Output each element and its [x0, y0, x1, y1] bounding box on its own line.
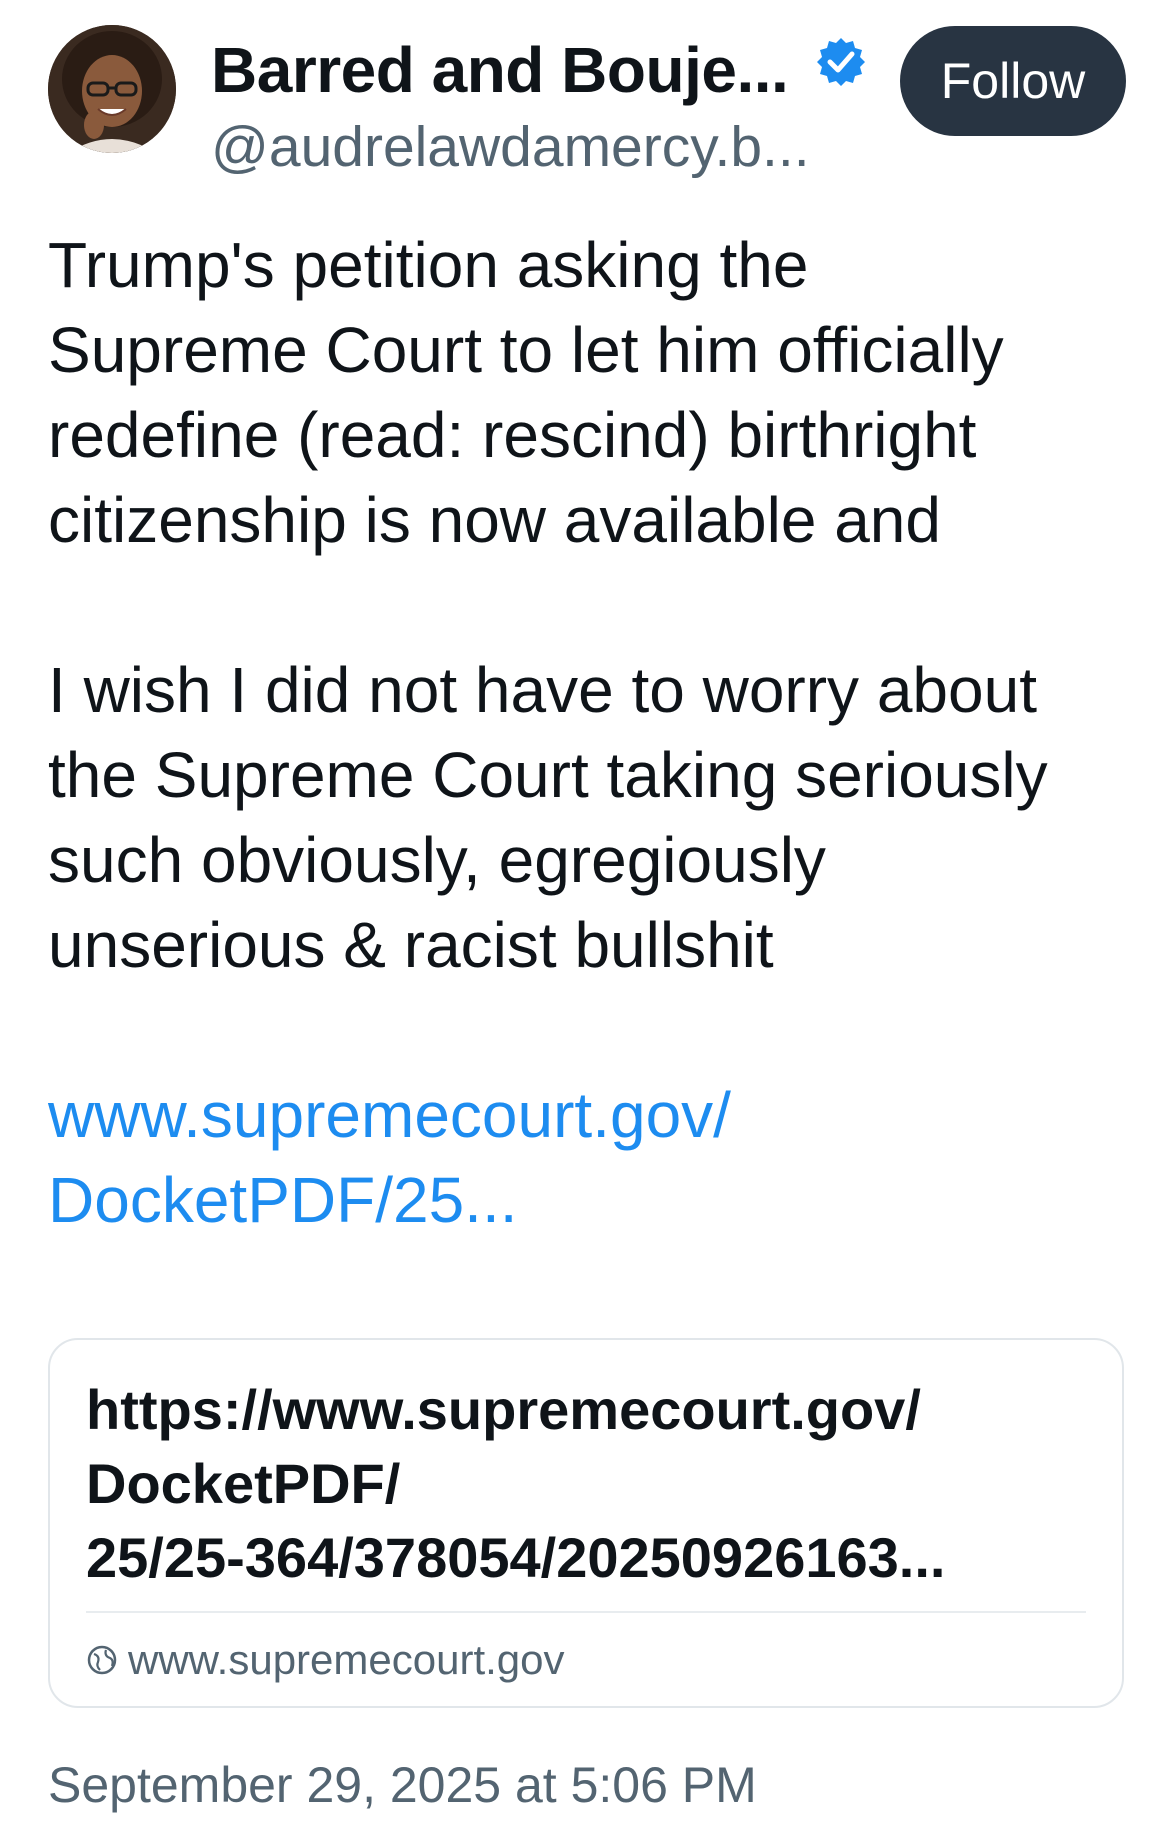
globe-icon — [87, 1645, 117, 1675]
link-preview-card[interactable]: https://www.supremecourt.gov/ DocketPDF/… — [48, 1338, 1124, 1708]
author-display-name[interactable]: Barred and Bouje... — [211, 32, 789, 108]
post-line: citizenship is now available and — [48, 484, 941, 556]
post-line: the Supreme Court taking seriously — [48, 739, 1048, 811]
post-timestamp: September 29, 2025 at 5:06 PM — [48, 1757, 757, 1813]
post-link[interactable]: DocketPDF/25... — [48, 1158, 1138, 1243]
link-card-domain: www.supremecourt.gov — [128, 1636, 565, 1683]
card-divider — [86, 1611, 1086, 1613]
link-card-title-line: DocketPDF/ — [86, 1452, 401, 1515]
link-card-title: https://www.supremecourt.gov/ DocketPDF/… — [86, 1373, 1096, 1595]
avatar-photo — [48, 25, 176, 153]
post-line: unserious & racist bullshit — [48, 909, 774, 981]
link-card-title-line: https://www.supremecourt.gov/ — [86, 1378, 921, 1441]
post-line: Trump's petition asking the — [48, 229, 809, 301]
post-line: Supreme Court to let him officially — [48, 314, 1004, 386]
link-card-title-line: 25/25-364/378054/20250926163... — [86, 1526, 946, 1589]
link-card-domain-row: www.supremecourt.gov — [86, 1632, 565, 1688]
post-view: Barred and Bouje... @audrelawdamercy.b..… — [0, 0, 1170, 1828]
verified-check-icon — [817, 38, 865, 86]
avatar[interactable] — [48, 25, 176, 153]
author-handle[interactable]: @audrelawdamercy.b... — [211, 112, 810, 182]
post-line: redefine (read: rescind) birthright — [48, 399, 977, 471]
post-line: I wish I did not have to worry about — [48, 654, 1037, 726]
post-body: Trump's petition asking the Supreme Cour… — [48, 223, 1138, 1243]
post-link[interactable]: www.supremecourt.gov/ — [48, 1073, 1138, 1158]
follow-button[interactable]: Follow — [900, 26, 1126, 136]
post-line: such obviously, egregiously — [48, 824, 826, 896]
